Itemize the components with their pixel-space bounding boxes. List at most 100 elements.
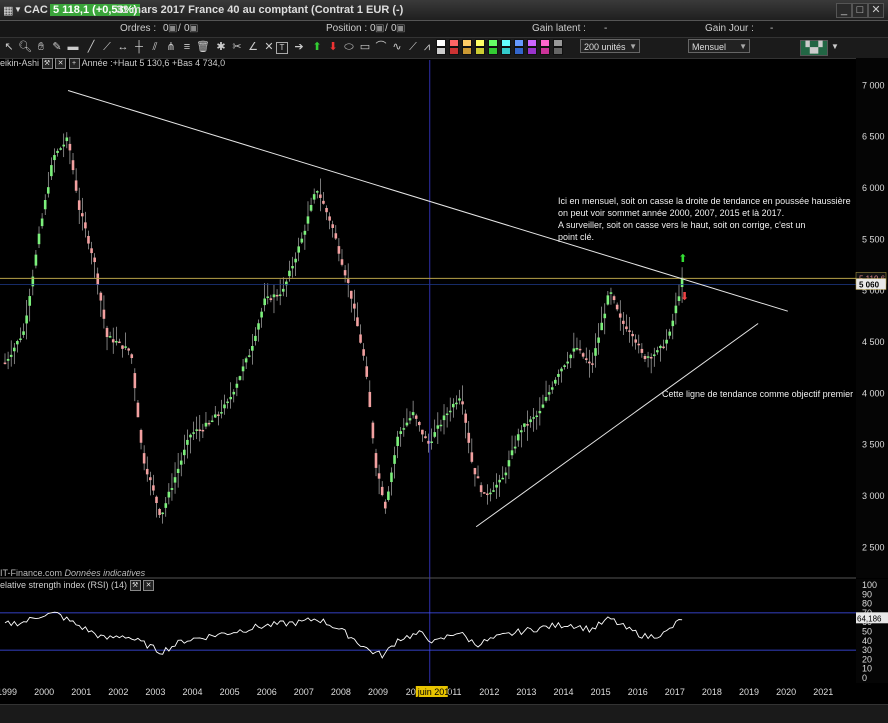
- candle-body: [309, 205, 313, 211]
- candle-body: [572, 348, 576, 352]
- close-icon[interactable]: ✕: [143, 580, 155, 592]
- time-axis[interactable]: 1999 2000 2001 2002 2003 2004 2005 2006 2007 2008…: [0, 683, 888, 703]
- candle-body: [297, 246, 301, 253]
- candle-body: [105, 327, 109, 338]
- annotation-text-line: point clé.: [558, 232, 594, 242]
- candle-body: [201, 429, 205, 432]
- candle-body: [622, 320, 625, 324]
- candle-body: [396, 436, 399, 446]
- candle-body: [597, 337, 600, 343]
- wrench-icon[interactable]: ⚒: [129, 580, 141, 592]
- rsi-tick-label: 50: [862, 627, 872, 637]
- candle-body: [356, 317, 359, 327]
- price-panel-background: [0, 70, 856, 578]
- price-chart[interactable]: ⬆⬇ 2 5003 0003 5004 0004 5005 0005 5006 …: [0, 0, 888, 722]
- data-source-note: IT-Finance.com Données indicatives: [0, 568, 145, 578]
- time-tick-label: 2006: [257, 687, 277, 697]
- candle-body: [671, 320, 675, 327]
- candle-body: [124, 346, 127, 348]
- candle-body: [615, 304, 619, 310]
- candle-body: [371, 422, 375, 439]
- candle-body: [272, 294, 276, 298]
- candle-body: [566, 361, 569, 364]
- candle-body: [609, 292, 613, 294]
- candle-body: [656, 350, 659, 353]
- rsi-tick-label: 100: [862, 580, 877, 590]
- time-tick-label: 2001: [71, 687, 91, 697]
- candle-body: [649, 356, 653, 359]
- rsi-axis[interactable]: 010203040506070809010064,186: [856, 579, 888, 683]
- candle-body: [158, 508, 161, 515]
- candle-body: [523, 423, 526, 427]
- candle-body: [640, 348, 644, 353]
- rsi-legend: elative strength index (RSI) (14) ⚒ ✕: [0, 580, 155, 592]
- time-tick-label: 2014: [554, 687, 574, 697]
- price-tick-label: 3 000: [862, 491, 885, 501]
- candle-body: [458, 398, 461, 401]
- candle-body: [513, 446, 517, 449]
- annotation-text-line: on peut voir sommet année 2000, 2007, 20…: [558, 208, 784, 218]
- candle-body: [108, 336, 112, 338]
- candle-body: [99, 292, 103, 301]
- price-tick-label: 4 500: [862, 337, 885, 347]
- bottom-scroll-bar[interactable]: [0, 704, 888, 723]
- time-tick-label: 2008: [331, 687, 351, 697]
- chart-type-label: eikin-Ashi: [0, 58, 40, 68]
- candle-body: [436, 425, 440, 429]
- time-tick-label: 2005: [220, 687, 240, 697]
- candle-body: [569, 354, 573, 359]
- candle-body: [501, 477, 505, 480]
- rsi-name: elative strength index (RSI) (14): [0, 580, 128, 590]
- time-tick-label: 2004: [183, 687, 203, 697]
- candle-body: [244, 358, 248, 363]
- candle-body: [510, 450, 514, 456]
- candle-body: [213, 414, 217, 418]
- candle-body: [520, 430, 523, 433]
- candle-body: [93, 257, 96, 263]
- time-tick-label: 2015: [591, 687, 611, 697]
- wrench-icon[interactable]: ⚒: [41, 58, 53, 70]
- price-tick-label: 7 000: [862, 80, 885, 90]
- candle-body: [544, 397, 548, 401]
- candle-body: [588, 361, 591, 364]
- candle-body: [133, 373, 137, 389]
- candle-body: [80, 213, 84, 217]
- time-tick-label: 2017: [665, 687, 685, 697]
- candle-body: [334, 233, 338, 239]
- candle-body: [210, 420, 214, 423]
- candle-body: [152, 485, 155, 491]
- price-axis[interactable]: 2 5003 0003 5004 0004 5005 0005 5006 000…: [855, 58, 888, 578]
- time-tick-label: 1999: [0, 687, 17, 697]
- candle-body: [50, 165, 53, 177]
- candle-body: [241, 366, 245, 372]
- candle-body: [319, 194, 322, 198]
- candle-body: [541, 404, 545, 408]
- candle-body: [312, 194, 316, 200]
- candle-body: [278, 294, 282, 296]
- candle-body: [46, 187, 50, 194]
- candle-body: [498, 479, 501, 483]
- candle-body: [486, 493, 489, 495]
- candle-body: [303, 230, 307, 235]
- candle-body: [226, 401, 229, 404]
- candle-body: [365, 366, 369, 377]
- price-tick-label: 3 500: [862, 440, 885, 450]
- candle-body: [603, 313, 607, 319]
- candle-body: [328, 216, 331, 221]
- candle-body: [402, 428, 406, 430]
- candle-body: [516, 434, 520, 441]
- candle-body: [263, 298, 266, 306]
- time-tick-label: 2000: [34, 687, 54, 697]
- candle-body: [476, 476, 480, 479]
- candle-body: [390, 472, 393, 483]
- candle-body: [229, 396, 232, 400]
- candle-body: [442, 415, 446, 421]
- candle-body: [535, 415, 539, 418]
- add-icon[interactable]: +: [68, 58, 80, 70]
- candle-body: [467, 432, 471, 443]
- candle-body: [275, 294, 279, 297]
- candle-body: [618, 313, 622, 318]
- close-icon[interactable]: ✕: [55, 58, 67, 70]
- candle-body: [340, 259, 344, 265]
- candle-body: [28, 296, 32, 306]
